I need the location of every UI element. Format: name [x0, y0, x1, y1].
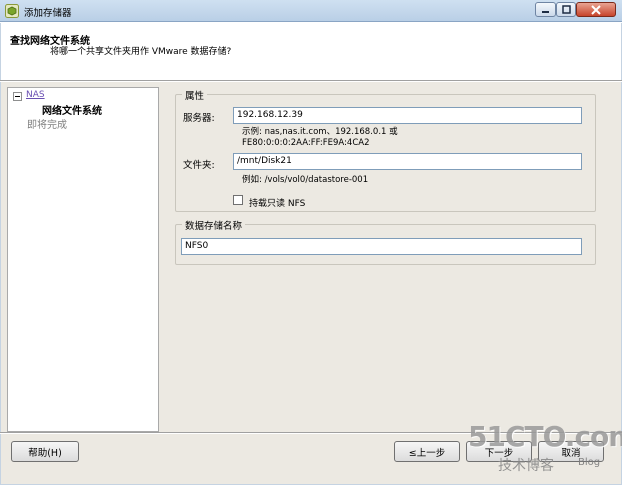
- wizard-steps-panel: NAS 网络文件系统 即将完成: [7, 87, 159, 432]
- title-bar: 添加存储器: [0, 0, 622, 22]
- vsphere-app-icon: [5, 4, 19, 18]
- close-button[interactable]: [576, 2, 616, 17]
- maximize-button[interactable]: [556, 2, 576, 17]
- step-nfs-current: 网络文件系统: [42, 106, 102, 117]
- page-subtitle: 将哪一个共享文件夹用作 VMware 数据存储?: [50, 47, 232, 57]
- folder-label: 文件夹:: [183, 160, 215, 171]
- server-hint-line1: 示例: nas,nas.it.com、192.168.0.1 或: [242, 127, 398, 137]
- server-input[interactable]: 192.168.12.39: [233, 107, 582, 124]
- datastore-name-legend: 数据存储名称: [182, 218, 246, 232]
- step-nas-link[interactable]: NAS: [26, 90, 45, 100]
- step-ready-to-complete: 即将完成: [27, 120, 67, 131]
- folder-hint: 例如: /vols/vol0/datastore-001: [242, 175, 369, 185]
- readonly-checkbox[interactable]: [233, 195, 243, 205]
- datastore-name-input[interactable]: NFS0: [181, 238, 582, 255]
- wizard-header: 查找网络文件系统 将哪一个共享文件夹用作 VMware 数据存储?: [0, 23, 622, 80]
- server-hint-line2: FE80:0:0:0:2AA:FF:FE9A:4CA2: [242, 138, 370, 148]
- properties-legend: 属性: [182, 88, 208, 102]
- collapse-toggle-icon[interactable]: [13, 92, 22, 101]
- server-label: 服务器:: [183, 113, 215, 124]
- watermark-site: 51CTO.com: [468, 420, 622, 453]
- watermark-tagline: 技术博客: [498, 458, 554, 474]
- folder-input[interactable]: /mnt/Disk21: [233, 153, 582, 170]
- back-button[interactable]: ≤上一步: [394, 441, 460, 462]
- help-button[interactable]: 帮助(H): [11, 441, 79, 462]
- watermark-blog: Blog: [578, 457, 601, 468]
- minimize-button[interactable]: [535, 2, 556, 17]
- readonly-label: 持载只读 NFS: [249, 199, 306, 209]
- window-title: 添加存储器: [24, 8, 72, 19]
